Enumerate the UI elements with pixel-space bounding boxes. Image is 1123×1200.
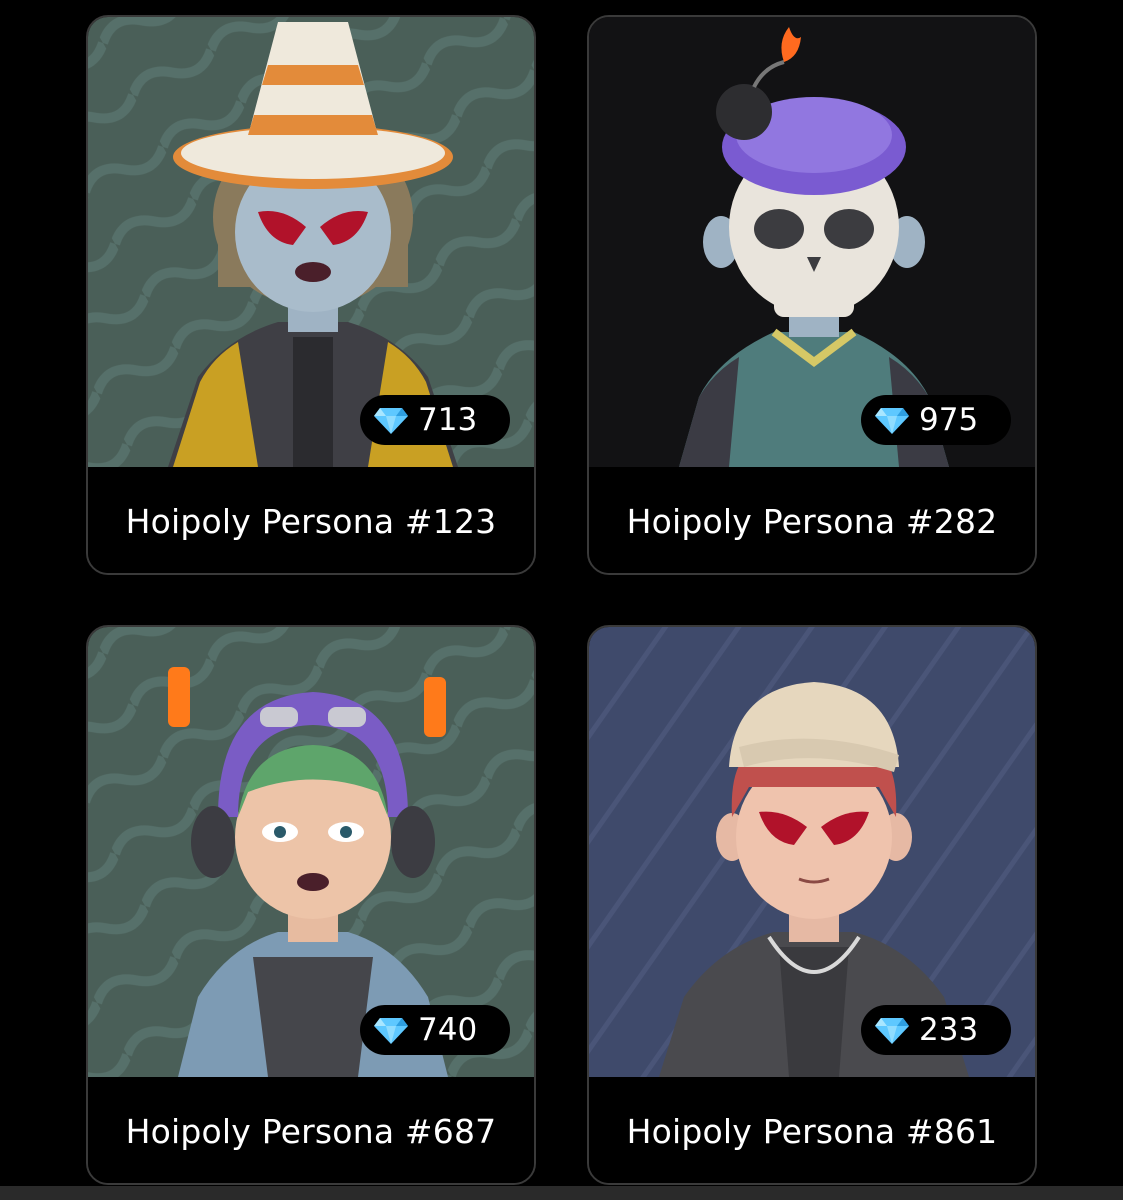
persona-name: Hoipoly Persona #861 (626, 1111, 998, 1151)
bottom-bar (0, 1186, 1123, 1200)
persona-name-bar: Hoipoly Persona #123 (88, 467, 534, 573)
price-value: 975 (919, 402, 979, 438)
persona-name-bar: Hoipoly Persona #861 (589, 1077, 1035, 1183)
price-badge: 740 (360, 1005, 510, 1055)
price-value: 713 (418, 402, 478, 438)
price-badge: 713 (360, 395, 510, 445)
price-badge: 233 (861, 1005, 1011, 1055)
persona-name: Hoipoly Persona #687 (125, 1111, 497, 1151)
persona-image[interactable]: 740 (88, 627, 534, 1077)
persona-image[interactable]: 233 (589, 627, 1035, 1077)
diamond-icon (875, 1018, 909, 1044)
persona-card[interactable]: 975 Hoipoly Persona #282 (587, 15, 1037, 575)
persona-card[interactable]: 713 Hoipoly Persona #123 (86, 15, 536, 575)
diamond-icon (374, 408, 408, 434)
persona-card[interactable]: 740 Hoipoly Persona #687 (86, 625, 536, 1185)
price-value: 233 (919, 1012, 979, 1048)
price-badge: 975 (861, 395, 1011, 445)
diamond-icon (374, 1018, 408, 1044)
persona-name-bar: Hoipoly Persona #282 (589, 467, 1035, 573)
persona-image[interactable]: 713 (88, 17, 534, 467)
price-value: 740 (418, 1012, 478, 1048)
persona-name-bar: Hoipoly Persona #687 (88, 1077, 534, 1183)
diamond-icon (875, 408, 909, 434)
persona-card[interactable]: 233 Hoipoly Persona #861 (587, 625, 1037, 1185)
persona-image[interactable]: 975 (589, 17, 1035, 467)
persona-name: Hoipoly Persona #282 (626, 501, 998, 541)
persona-grid: 713 Hoipoly Persona #123 975 Hoipoly Per… (0, 0, 1123, 1200)
persona-name: Hoipoly Persona #123 (125, 501, 497, 541)
